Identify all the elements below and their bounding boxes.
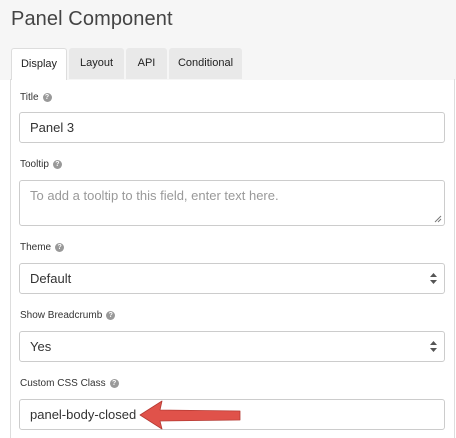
select-arrows-icon bbox=[430, 341, 437, 352]
tab-bar: Display Layout API Conditional bbox=[11, 48, 244, 80]
help-icon[interactable]: ? bbox=[55, 243, 65, 252]
css-class-input-value: panel-body-closed bbox=[30, 407, 137, 422]
theme-select[interactable]: Default bbox=[19, 263, 445, 294]
help-icon[interactable]: ? bbox=[106, 311, 116, 320]
help-icon[interactable]: ? bbox=[109, 379, 119, 388]
tooltip-label-text: Tooltip bbox=[20, 159, 49, 170]
tab-layout[interactable]: Layout bbox=[69, 48, 124, 79]
title-label-text: Title bbox=[20, 92, 39, 103]
title-label: Title ? bbox=[20, 92, 52, 103]
breadcrumb-label-text: Show Breadcrumb bbox=[20, 310, 103, 321]
tooltip-textarea[interactable]: To add a tooltip to this field, enter te… bbox=[19, 180, 445, 226]
breadcrumb-select-value: Yes bbox=[30, 339, 52, 354]
tab-api[interactable]: API bbox=[126, 48, 167, 79]
theme-label-text: Theme bbox=[20, 242, 52, 253]
tab-display[interactable]: Display bbox=[11, 48, 67, 80]
breadcrumb-select[interactable]: Yes bbox=[19, 331, 445, 362]
title-input[interactable]: Panel 3 bbox=[19, 112, 445, 143]
theme-select-value: Default bbox=[30, 271, 72, 286]
css-class-label-text: Custom CSS Class bbox=[20, 378, 106, 389]
resize-handle-icon[interactable] bbox=[434, 215, 442, 223]
tooltip-placeholder: To add a tooltip to this field, enter te… bbox=[30, 188, 279, 203]
tooltip-label: Tooltip ? bbox=[20, 159, 62, 170]
title-input-value: Panel 3 bbox=[30, 120, 75, 135]
page-title: Panel Component bbox=[11, 8, 173, 30]
component-header: Panel Component Display Layout API Condi… bbox=[0, 0, 456, 80]
breadcrumb-label: Show Breadcrumb ? bbox=[20, 310, 116, 321]
css-class-label: Custom CSS Class ? bbox=[20, 378, 119, 389]
help-icon[interactable]: ? bbox=[42, 93, 52, 102]
select-arrows-icon bbox=[430, 273, 437, 284]
theme-label: Theme ? bbox=[20, 242, 65, 253]
annotation-arrow-icon bbox=[139, 400, 241, 430]
tab-conditional[interactable]: Conditional bbox=[169, 48, 242, 79]
help-icon[interactable]: ? bbox=[52, 160, 62, 169]
